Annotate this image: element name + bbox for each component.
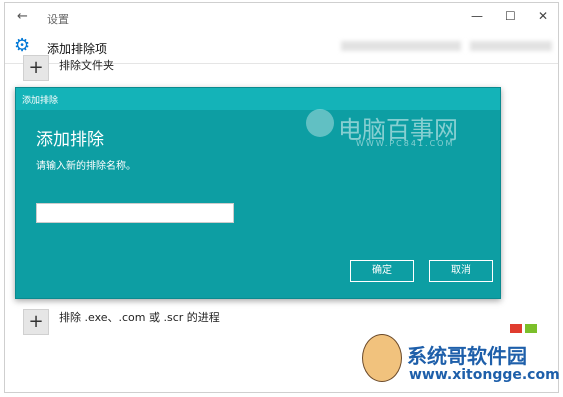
dialog-heading: 添加排除 xyxy=(36,130,104,150)
exclude-process-label: 排除 .exe、.com 或 .scr 的进程 xyxy=(59,311,220,324)
close-icon[interactable]: ✕ xyxy=(538,9,548,23)
logo-square-green xyxy=(525,324,537,333)
blurred-text xyxy=(341,41,461,51)
minimize-icon[interactable]: — xyxy=(471,9,483,23)
watermark-site2-url: www.xitongge.com xyxy=(409,367,560,383)
blurred-text xyxy=(470,41,552,51)
dialog-caption: 添加排除 xyxy=(22,96,59,106)
maximize-icon[interactable]: ☐ xyxy=(505,9,516,23)
logo-square-red xyxy=(510,324,522,333)
windows-logo-icon xyxy=(510,324,540,334)
mascot-face-icon xyxy=(362,334,402,382)
watermark-site2-name: 系统哥软件园 xyxy=(407,344,527,368)
dialog-description: 请输入新的排除名称。 xyxy=(36,161,136,172)
gear-icon: ⚙ xyxy=(14,35,31,56)
title-bar: ← 设置 — ☐ ✕ xyxy=(5,3,558,33)
dialog-caption-bar: 添加排除 xyxy=(16,88,500,110)
back-arrow-icon[interactable]: ← xyxy=(17,9,28,24)
watermark-site1-url: WWW.PC841.COM xyxy=(356,139,455,148)
add-process-button[interactable]: + xyxy=(23,309,49,335)
add-folder-button[interactable]: + xyxy=(23,55,49,81)
watermark-logo-icon xyxy=(306,109,334,137)
exclude-folder-label: 排除文件夹 xyxy=(59,59,114,72)
ok-button[interactable]: 确定 xyxy=(350,260,414,282)
app-title: 设置 xyxy=(47,13,69,26)
page-title: 添加排除项 xyxy=(47,42,108,56)
cancel-button[interactable]: 取消 xyxy=(429,260,493,282)
exclusion-name-input[interactable] xyxy=(36,203,234,223)
